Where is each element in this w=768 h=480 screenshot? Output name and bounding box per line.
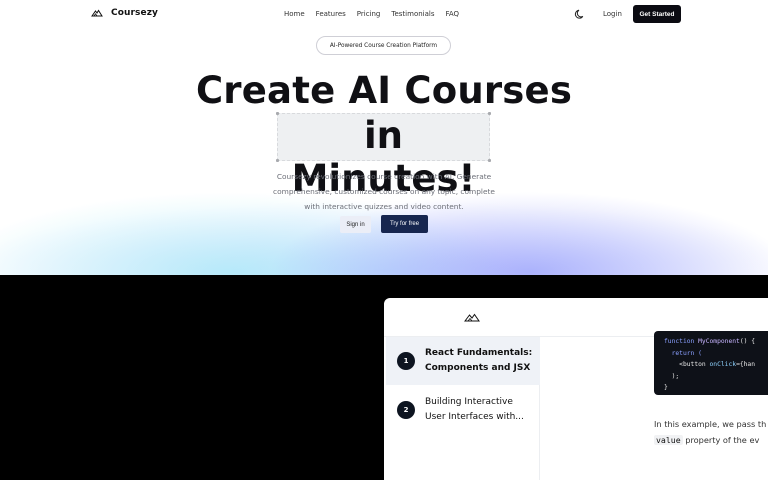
paragraph-text: property of the ev — [682, 435, 760, 445]
code-block: function MyComponent() { return ( <butto… — [654, 331, 768, 395]
code-keyword: function — [664, 338, 695, 345]
login-link[interactable]: Login — [603, 10, 622, 18]
top-navbar: Coursezy Home Features Pricing Testimoni… — [0, 0, 768, 30]
code-attribute: onClick — [709, 361, 737, 368]
nav-links: Home Features Pricing Testimonials FAQ — [284, 10, 459, 18]
code-function-name: MyComponent — [698, 338, 740, 345]
lesson-paragraph: In this example, we pass th value propert… — [654, 416, 768, 448]
lesson-title: Building Interactive User Interfaces wit… — [425, 397, 524, 422]
nav-link-features[interactable]: Features — [316, 10, 346, 18]
code-text: () { — [739, 338, 756, 345]
code-keyword: return ( — [671, 349, 702, 357]
sign-in-button[interactable]: Sign in — [340, 216, 371, 233]
app-preview-window: 1 React Fundamentals: Components and JSX… — [384, 298, 768, 480]
mountain-logo-icon — [464, 313, 480, 322]
moon-icon[interactable] — [574, 8, 586, 20]
lesson-sidebar: 1 React Fundamentals: Components and JSX… — [384, 337, 540, 480]
lesson-item[interactable]: 1 React Fundamentals: Components and JSX — [386, 337, 540, 385]
mountain-logo-icon — [91, 9, 103, 17]
nav-link-pricing[interactable]: Pricing — [357, 10, 381, 18]
lesson-title: React Fundamentals: Components and JSX — [425, 348, 533, 373]
lesson-number: 2 — [397, 401, 415, 419]
code-tag: <button — [679, 361, 706, 368]
nav-link-faq[interactable]: FAQ — [445, 10, 459, 18]
brand-name: Coursezy — [111, 8, 158, 18]
lesson-number: 1 — [397, 352, 415, 370]
hero-title-line1: Create AI Courses — [195, 69, 573, 112]
nav-link-testimonials[interactable]: Testimonials — [391, 10, 434, 18]
hero-description: Coursezy revolutionizes course creation … — [273, 172, 495, 211]
nav-link-home[interactable]: Home — [284, 10, 305, 18]
code-text: } — [664, 384, 668, 391]
code-text: ); — [671, 372, 680, 380]
hero-badge: AI-Powered Course Creation Platform — [316, 36, 451, 55]
try-for-free-button[interactable]: Try for free — [381, 215, 428, 233]
lesson-item[interactable]: 2 Building Interactive User Interfaces w… — [386, 386, 540, 434]
paragraph-text: In this example, we pass th — [654, 419, 767, 429]
inline-code: value — [654, 435, 683, 445]
brand[interactable]: Coursezy — [91, 7, 158, 19]
get-started-button[interactable]: Get Started — [633, 5, 681, 23]
code-text: ={han — [736, 361, 756, 368]
